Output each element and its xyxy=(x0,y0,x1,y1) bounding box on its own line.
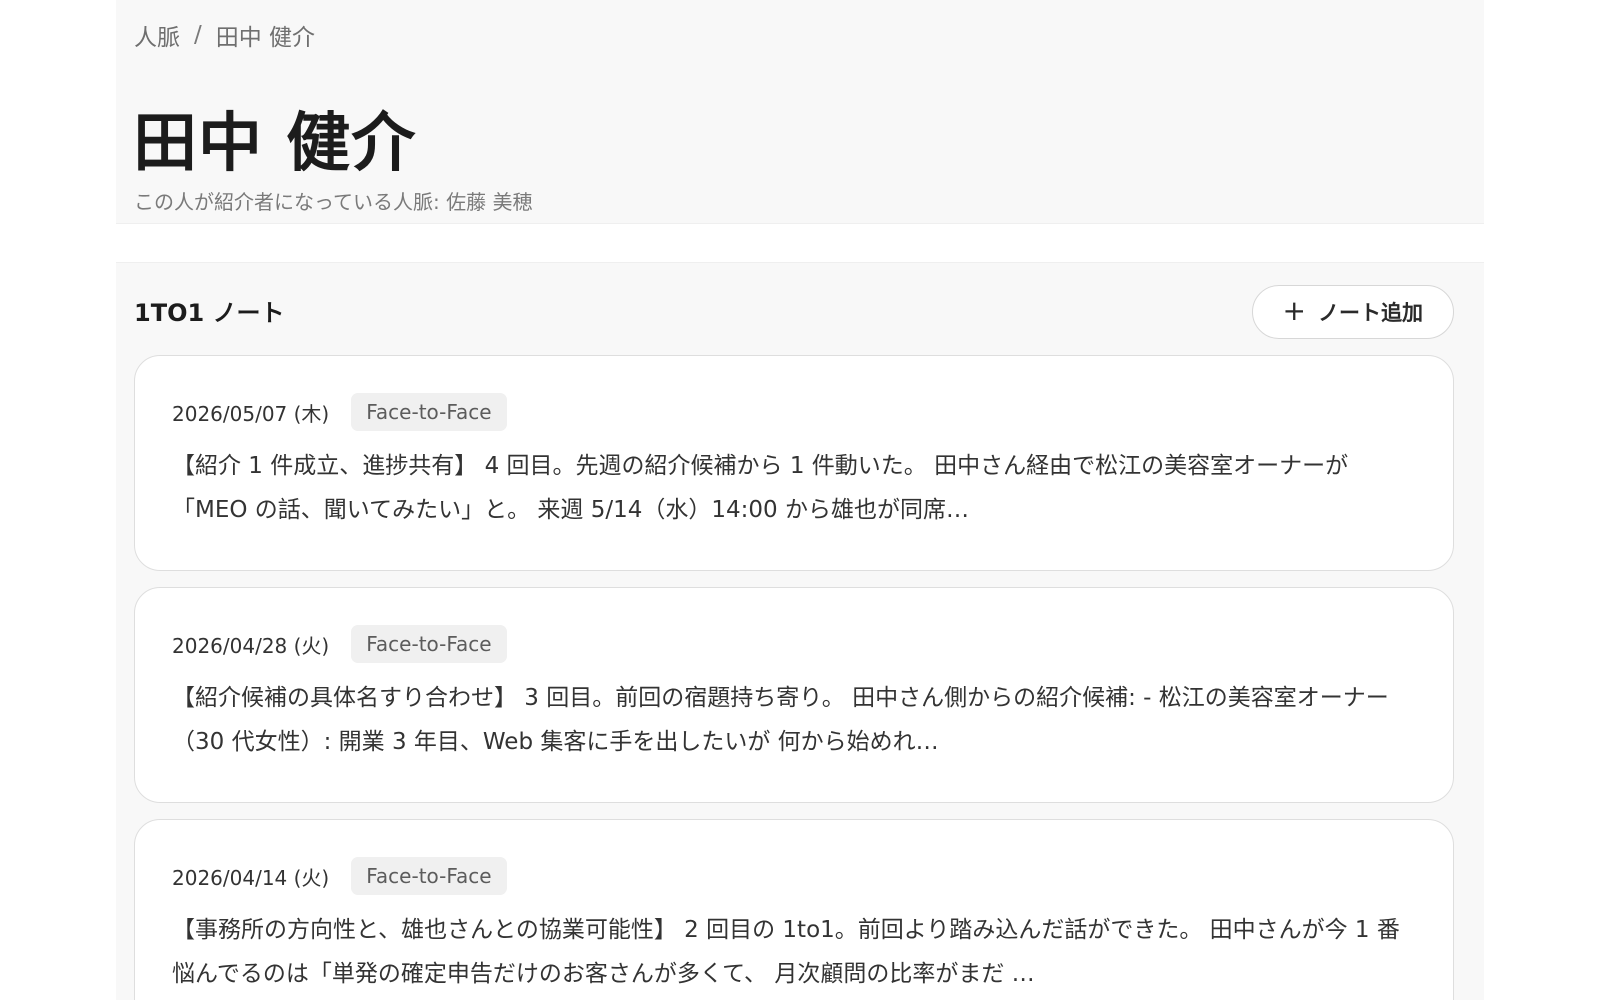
plus-icon: + xyxy=(1282,294,1306,327)
note-date: 2026/05/07 (木) xyxy=(172,401,330,426)
note-meta: 2026/04/14 (火) Face-to-Face xyxy=(172,857,507,895)
note-type-badge: Face-to-Face xyxy=(351,857,507,895)
note-card[interactable]: 2026/04/14 (火) Face-to-Face 【事務所の方向性と、雄也… xyxy=(134,819,1454,1000)
contact-detail-page: 人脈 / 田中 健介 田中 健介 この人が紹介者になっている人脈: 佐藤 美穂 … xyxy=(0,0,1600,1000)
contact-header: 人脈 / 田中 健介 田中 健介 この人が紹介者になっている人脈: 佐藤 美穂 xyxy=(116,0,1484,224)
note-type-badge: Face-to-Face xyxy=(351,393,507,431)
note-snippet: 【紹介候補の具体名すり合わせ】 3 回目。前回の宿題持ち寄り。 田中さん側からの… xyxy=(172,685,1389,755)
note-snippet: 【紹介 1 件成立、進捗共有】 4 回目。先週の紹介候補から 1 件動いた。 田… xyxy=(172,453,1349,523)
note-card[interactable]: 2026/05/07 (木) Face-to-Face 【紹介 1 件成立、進捗… xyxy=(134,355,1454,571)
note-card[interactable]: 2026/04/28 (火) Face-to-Face 【紹介候補の具体名すり合… xyxy=(134,587,1454,803)
section-title: 1TO1 ノート xyxy=(134,299,285,327)
note-meta: 2026/05/07 (木) Face-to-Face xyxy=(172,393,507,431)
breadcrumb-current: 田中 健介 xyxy=(215,25,316,51)
add-note-button-label: ノート追加 xyxy=(1318,301,1423,325)
page-title: 田中 健介 xyxy=(133,107,417,181)
breadcrumb-separator: / xyxy=(194,22,202,48)
add-note-button[interactable]: + ノート追加 xyxy=(1251,285,1454,339)
note-meta: 2026/04/28 (火) Face-to-Face xyxy=(172,625,507,663)
note-snippet: 【事務所の方向性と、雄也さんとの協業可能性】 2 回目の 1to1。前回より踏み… xyxy=(172,917,1400,987)
introducer-info: この人が紹介者になっている人脈: 佐藤 美穂 xyxy=(134,190,533,214)
note-date: 2026/04/28 (火) xyxy=(172,633,330,658)
note-type-badge: Face-to-Face xyxy=(351,625,507,663)
breadcrumb-root-link[interactable]: 人脈 xyxy=(134,18,180,52)
notes-section: 1TO1 ノート + ノート追加 2026/05/07 (木) Face-to-… xyxy=(116,262,1484,1000)
note-date: 2026/04/14 (火) xyxy=(172,865,330,890)
breadcrumb: 人脈 / 田中 健介 xyxy=(134,18,315,52)
